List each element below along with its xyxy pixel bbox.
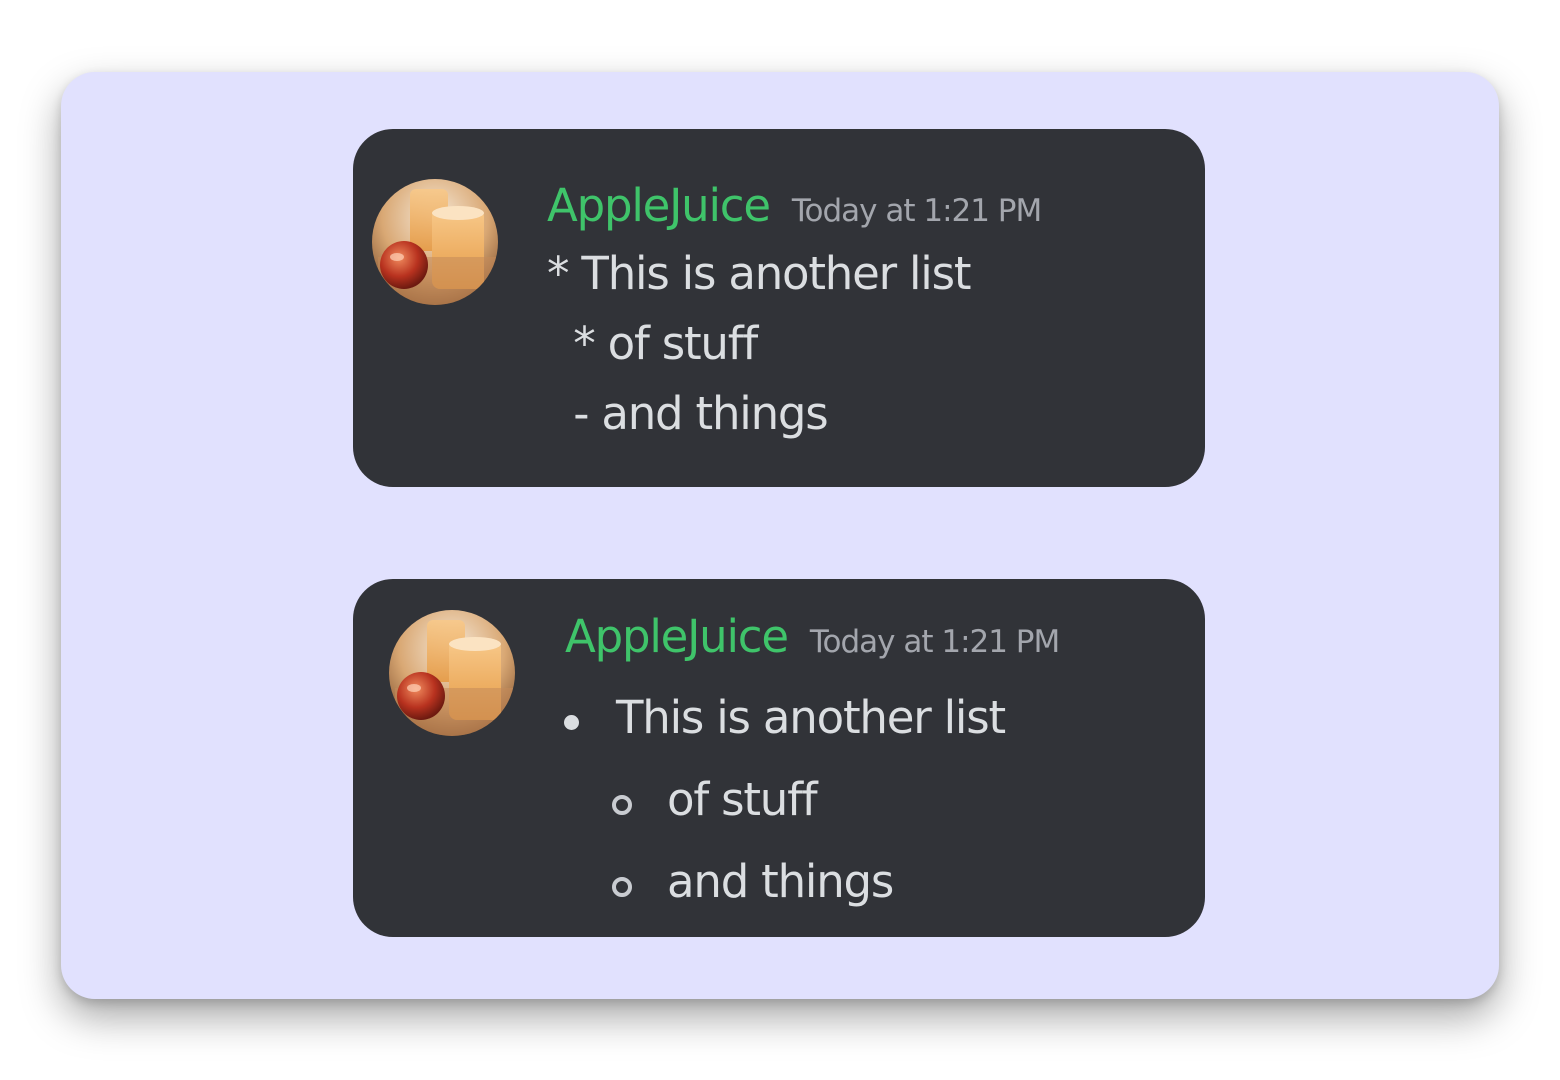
message-header: AppleJuice Today at 1:21 PM <box>565 610 1060 663</box>
message-card-raw: AppleJuice Today at 1:21 PM * This is ano… <box>353 129 1205 487</box>
username[interactable]: AppleJuice <box>565 610 789 663</box>
bullet-circle-icon <box>612 795 632 815</box>
message-line: * of stuff <box>547 317 758 370</box>
list-item: and things <box>667 855 894 908</box>
username[interactable]: AppleJuice <box>547 179 771 232</box>
list-item: This is another list <box>616 691 1006 744</box>
list-item: of stuff <box>667 773 818 826</box>
preview-canvas: AppleJuice Today at 1:21 PM * This is ano… <box>61 72 1499 999</box>
bullet-disc-icon <box>564 715 579 730</box>
message-line-text: - and things <box>560 387 829 440</box>
apple-juice-avatar-icon[interactable] <box>389 610 515 736</box>
message-card-rendered: AppleJuice Today at 1:21 PM This is anoth… <box>353 579 1205 937</box>
timestamp: Today at 1:21 PM <box>809 624 1060 660</box>
message-line: - and things <box>547 387 829 440</box>
timestamp: Today at 1:21 PM <box>791 193 1042 229</box>
bullet-circle-icon <box>612 877 632 897</box>
message-header: AppleJuice Today at 1:21 PM <box>547 179 1042 232</box>
message-line: * This is another list <box>547 247 971 300</box>
message-line-text: * of stuff <box>560 317 758 370</box>
apple-juice-avatar-icon[interactable] <box>372 179 498 305</box>
